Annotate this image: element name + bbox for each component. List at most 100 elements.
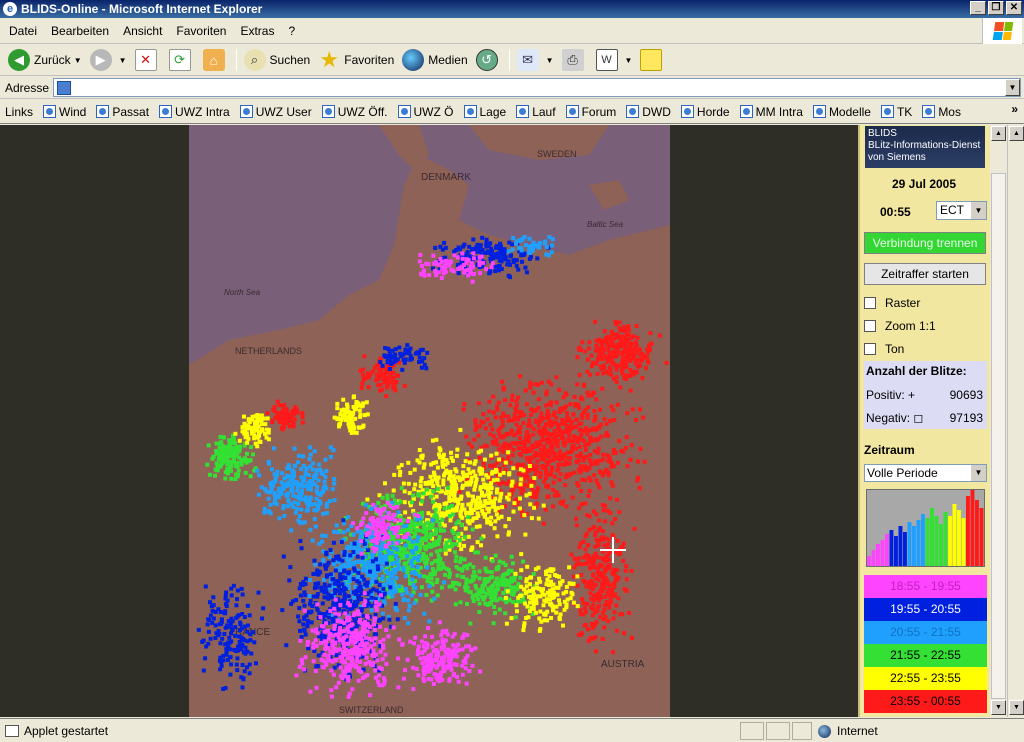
link-item[interactable]: DWD <box>626 105 671 119</box>
back-button[interactable]: ◀ Zurück ▼ <box>4 46 86 74</box>
lightning-strike-mark <box>621 541 626 546</box>
menu-ansicht[interactable]: Ansicht <box>116 24 169 38</box>
link-item[interactable]: Horde <box>680 105 730 119</box>
lightning-strike-mark <box>478 504 483 509</box>
lightning-strike-mark <box>247 613 252 618</box>
lightning-strike-mark <box>629 635 634 640</box>
lightning-strike-mark <box>524 270 529 275</box>
lightning-strike-mark <box>620 371 625 376</box>
lightning-strike-mark <box>406 519 410 523</box>
search-button[interactable]: ⌕ Suchen <box>240 46 315 74</box>
forward-button[interactable]: ▶ ▼ <box>86 46 131 74</box>
lightning-strike-mark <box>329 668 334 673</box>
menu-datei[interactable]: Datei <box>2 24 44 38</box>
lightning-strike-mark <box>554 375 559 380</box>
address-dropdown-button[interactable]: ▼ <box>1005 79 1020 96</box>
lightning-strike-mark <box>297 514 302 519</box>
media-button[interactable]: Medien <box>398 46 471 74</box>
lightning-strike-mark <box>533 567 538 572</box>
menu-bearbeiten[interactable]: Bearbeiten <box>44 24 116 38</box>
favorites-button[interactable]: ★ Favoriten <box>314 46 398 74</box>
lightning-strike-mark <box>316 653 321 658</box>
lightning-strike-mark <box>620 366 625 371</box>
lightning-strike-mark <box>262 510 267 515</box>
lightning-strike-mark <box>584 532 589 536</box>
lightning-strike-mark <box>434 530 438 535</box>
lightning-strike-mark <box>319 588 324 593</box>
lightning-strike-mark <box>586 627 590 632</box>
link-item[interactable]: Lauf <box>516 105 556 119</box>
lightning-strike-mark <box>393 601 398 606</box>
lightning-strike-mark <box>574 453 579 458</box>
lightning-strike-mark <box>524 433 529 438</box>
lightning-strike-mark <box>541 503 546 508</box>
lightning-strike-mark <box>338 655 343 660</box>
link-item[interactable]: Passat <box>96 105 149 119</box>
link-item[interactable]: UWZ User <box>239 105 312 119</box>
link-item[interactable]: Modelle <box>812 105 871 119</box>
lightning-strike-mark <box>623 334 628 339</box>
map-label-denmark: DENMARK <box>421 172 471 183</box>
home-button[interactable]: ⌂ <box>199 46 233 74</box>
restore-button[interactable]: ❐ <box>988 1 1004 15</box>
link-item[interactable]: Mos <box>922 105 961 119</box>
link-item[interactable]: Forum <box>565 105 616 119</box>
minimize-button[interactable]: _ <box>970 1 986 15</box>
link-item[interactable]: Wind <box>43 105 86 119</box>
lightning-strike-mark <box>413 586 418 591</box>
stop-button[interactable]: ✕ <box>131 46 165 74</box>
link-item[interactable]: UWZ Intra <box>159 105 230 119</box>
lightning-strike-mark <box>585 431 590 436</box>
lightning-strike-mark <box>588 452 593 457</box>
history-button[interactable]: ↺ <box>472 46 506 74</box>
lightning-strike-mark <box>324 504 329 509</box>
close-button[interactable]: ✕ <box>1006 1 1022 15</box>
lightning-strike-mark <box>521 253 526 257</box>
lightning-strike-mark <box>633 361 638 366</box>
lightning-strike-mark <box>430 644 435 649</box>
lightning-strike-mark <box>404 527 409 532</box>
notes-button[interactable] <box>636 46 670 74</box>
lightning-strike-mark <box>302 667 307 672</box>
lightning-strike-mark <box>296 614 301 619</box>
mail-button[interactable]: ✉ ▼ <box>513 46 558 74</box>
link-item[interactable]: MM Intra <box>739 105 803 119</box>
lightning-strike-mark <box>458 556 463 561</box>
lightning-strike-mark <box>533 419 538 424</box>
print-button[interactable]: ⎙ <box>558 46 592 74</box>
lightning-strike-mark <box>292 464 297 469</box>
link-page-icon <box>516 105 530 118</box>
lightning-strike-mark <box>495 487 500 492</box>
lightning-strike-mark <box>587 466 592 471</box>
menu-favoriten[interactable]: Favoriten <box>169 24 233 38</box>
lightning-strike-mark <box>247 671 252 676</box>
lightning-strike-mark <box>438 257 443 261</box>
address-input[interactable]: ▼ <box>53 78 1021 97</box>
menu-help[interactable]: ? <box>281 24 302 38</box>
link-item[interactable]: Lage <box>463 105 506 119</box>
link-item[interactable]: UWZ Öff. <box>321 105 388 119</box>
lightning-strike-mark <box>269 485 274 490</box>
links-overflow-chevron-icon[interactable]: » <box>1011 102 1018 116</box>
lightning-strike-mark <box>505 589 510 594</box>
link-item[interactable]: UWZ Ö <box>397 105 454 119</box>
lightning-strike-mark <box>351 550 356 554</box>
lightning-strike-mark <box>605 469 609 474</box>
lightning-map[interactable]: DENMARK Baltic Sea North Sea NETHERLANDS… <box>189 125 670 717</box>
lightning-strike-mark <box>442 506 447 511</box>
menu-extras[interactable]: Extras <box>233 24 281 38</box>
link-item[interactable]: TK <box>880 105 912 119</box>
lightning-strike-mark <box>526 615 531 620</box>
refresh-button[interactable]: ⟳ <box>165 46 199 74</box>
lightning-strike-mark <box>257 473 262 478</box>
lightning-strike-mark <box>625 464 630 469</box>
lightning-strike-mark <box>288 474 293 479</box>
lightning-strike-mark <box>601 610 605 615</box>
lightning-strike-mark <box>272 492 277 497</box>
lightning-strike-mark <box>424 592 429 597</box>
edit-button[interactable]: W ▼ <box>592 46 637 74</box>
lightning-strike-mark <box>312 558 317 563</box>
lightning-strike-mark <box>323 647 328 652</box>
lightning-strike-mark <box>554 415 559 420</box>
lightning-strike-mark <box>442 501 447 506</box>
